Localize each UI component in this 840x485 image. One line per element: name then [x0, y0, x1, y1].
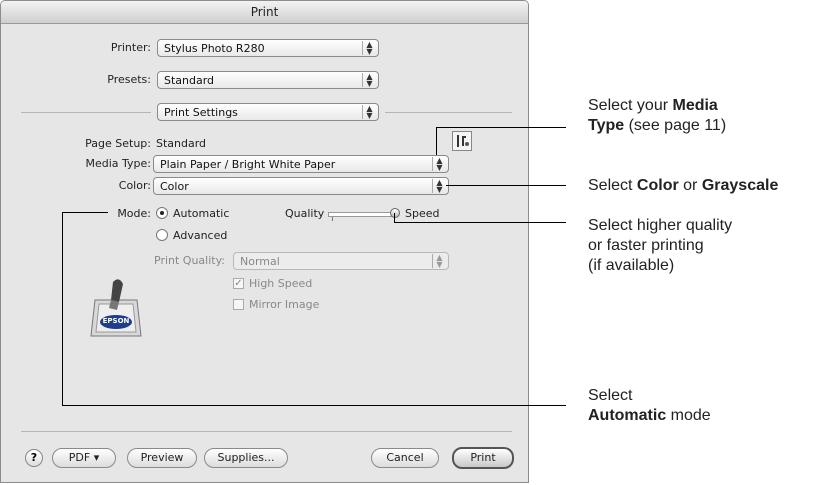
help-icon: ?	[30, 451, 38, 464]
section-value: Print Settings	[164, 106, 238, 119]
quality-callout: Select higher quality or faster printing…	[588, 216, 732, 276]
mirror-image-checkbox[interactable]	[233, 299, 244, 310]
mode-callout-bold: Automatic	[588, 407, 667, 424]
preview-button[interactable]: Preview	[127, 448, 197, 468]
quality-label: Quality	[285, 207, 325, 220]
media-type-label: Media Type:	[85, 157, 151, 170]
mode-callout-line-bottom	[62, 405, 566, 406]
presets-label: Presets:	[107, 73, 151, 86]
print-quality-popup[interactable]: Normal ▲ ▼	[233, 252, 449, 270]
supplies-button[interactable]: Supplies...	[204, 448, 288, 468]
print-dialog: Print Printer: Stylus Photo R280 ▲ ▼ Pres…	[0, 0, 529, 483]
color-callout-bold-2: Grayscale	[701, 177, 779, 194]
epson-logo-text: EPSON	[102, 317, 130, 325]
slider-tick	[332, 217, 333, 221]
media-callout: Select your Media Type (see page 11)	[588, 96, 726, 136]
media-callout-line-h	[436, 127, 566, 128]
slider-track	[328, 212, 396, 217]
color-callout-bold-1: Color	[636, 177, 679, 194]
mode-automatic-label: Automatic	[173, 207, 230, 220]
quality-callout-line-h	[394, 222, 566, 223]
print-quality-label: Print Quality:	[154, 254, 226, 267]
epson-printer-icon: EPSON	[89, 276, 143, 338]
up-down-arrows-icon: ▲ ▼	[432, 254, 446, 269]
media-callout-text-2: (see page 11)	[624, 117, 727, 134]
speed-label: Speed	[405, 207, 440, 220]
slider-thumb[interactable]	[390, 208, 400, 218]
mode-label: Mode:	[117, 207, 151, 220]
mode-callout: Select Automatic mode	[588, 386, 711, 426]
mode-callout-line-top	[62, 212, 108, 213]
color-label: Color:	[118, 179, 151, 192]
section-popup[interactable]: Print Settings ▲ ▼	[157, 103, 379, 121]
media-callout-text: Select your	[588, 97, 673, 114]
printer-popup[interactable]: Stylus Photo R280 ▲ ▼	[157, 39, 379, 57]
high-speed-label: High Speed	[249, 277, 313, 290]
color-value: Color	[160, 180, 189, 193]
cancel-button[interactable]: Cancel	[371, 448, 439, 468]
media-callout-bold-1: Media	[672, 97, 718, 114]
section-separator-right	[385, 112, 512, 113]
presets-value: Standard	[164, 74, 215, 87]
presets-popup[interactable]: Standard ▲ ▼	[157, 71, 379, 89]
page-setup-value: Standard	[156, 137, 207, 150]
utility-tools-icon[interactable]	[452, 131, 472, 151]
page-setup-label: Page Setup:	[85, 137, 151, 150]
color-callout: Select Color or Grayscale	[588, 176, 778, 196]
media-callout-bold-2: Type	[588, 117, 625, 134]
color-callout-text-2: or	[678, 177, 702, 194]
quality-speed-slider[interactable]	[328, 208, 400, 221]
up-down-arrows-icon: ▲ ▼	[432, 179, 446, 194]
print-button[interactable]: Print	[452, 447, 514, 469]
up-down-arrows-icon: ▲ ▼	[362, 41, 376, 56]
color-callout-text: Select	[588, 177, 637, 194]
quality-callout-line-v	[394, 213, 395, 223]
print-quality-value: Normal	[240, 255, 280, 268]
mode-callout-text-2: mode	[666, 407, 711, 424]
bottom-separator	[21, 431, 512, 432]
mode-advanced-label: Advanced	[173, 229, 228, 242]
pdf-button[interactable]: PDF ▾	[52, 448, 116, 468]
quality-callout-line-1: Select higher quality	[588, 217, 733, 234]
quality-callout-line-3: (if available)	[588, 257, 675, 274]
high-speed-checkbox[interactable]: ✓	[233, 278, 244, 289]
mirror-image-label: Mirror Image	[249, 298, 320, 311]
up-down-arrows-icon: ▲ ▼	[362, 105, 376, 120]
media-type-popup[interactable]: Plain Paper / Bright White Paper ▲ ▼	[153, 155, 449, 173]
media-callout-line-v	[436, 127, 437, 155]
color-callout-line	[446, 185, 566, 186]
section-separator-left	[21, 112, 151, 113]
mode-callout-line-1: Select	[588, 387, 633, 404]
printer-value: Stylus Photo R280	[164, 42, 265, 55]
up-down-arrows-icon: ▲ ▼	[432, 157, 446, 172]
help-button[interactable]: ?	[25, 449, 43, 467]
mode-advanced-radio[interactable]	[156, 229, 168, 241]
up-down-arrows-icon: ▲ ▼	[362, 73, 376, 88]
color-popup[interactable]: Color ▲ ▼	[153, 177, 449, 195]
mode-callout-line-v	[62, 212, 63, 405]
mode-automatic-radio[interactable]	[156, 207, 168, 219]
printer-label: Printer:	[110, 41, 151, 54]
dialog-title: Print	[1, 1, 528, 24]
quality-callout-line-2: or faster printing	[588, 237, 704, 254]
media-type-value: Plain Paper / Bright White Paper	[160, 158, 336, 171]
